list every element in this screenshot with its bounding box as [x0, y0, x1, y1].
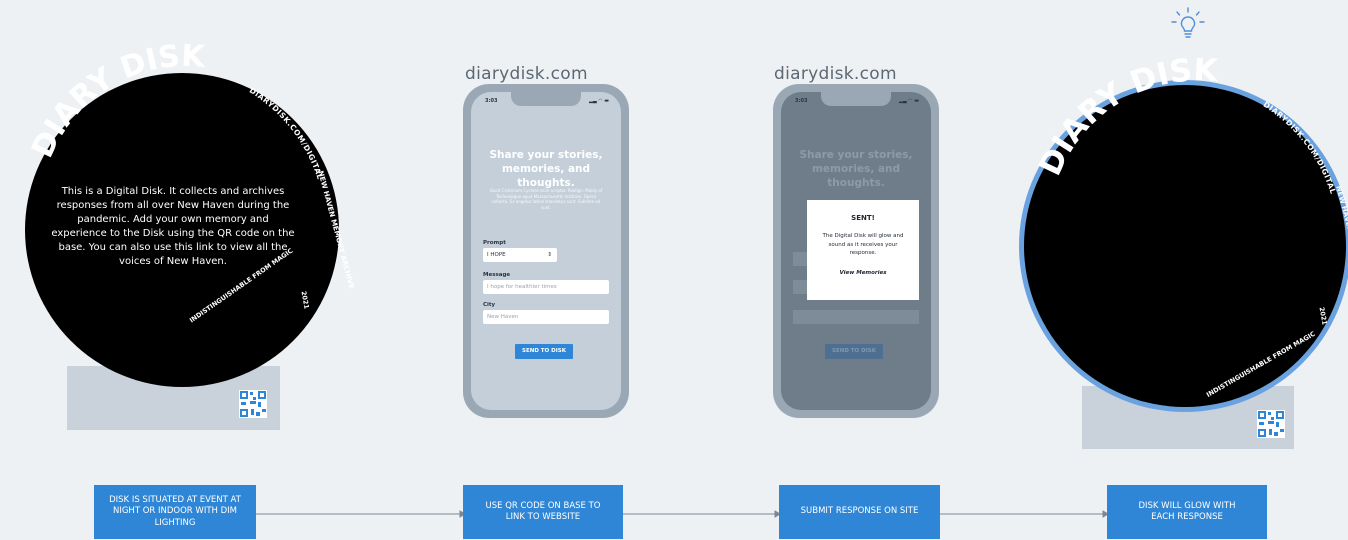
phone-notch [511, 92, 581, 106]
site-url-1[interactable]: diarydisk.com [465, 64, 588, 84]
form-title-dimmed: Share your stories, memories, and though… [799, 149, 913, 189]
city-label: City [483, 302, 496, 308]
site-url-2[interactable]: diarydisk.com [774, 64, 897, 84]
phone-screen-form: 3:03 ▂▃ ◠ ▬ Share your stories, memories… [471, 92, 621, 410]
form-title: Share your stories, memories, and though… [489, 149, 603, 189]
step-4-box: DISK WILL GLOW WITH EACH RESPONSE [1107, 485, 1267, 539]
phone-mockup-form: 3:03 ▂▃ ◠ ▬ Share your stories, memories… [463, 84, 629, 418]
status-time-2: 3:03 [795, 98, 808, 104]
prompt-select-value: I HOPE [487, 252, 506, 258]
modal-body: The Digital Disk will glow and sound as … [822, 233, 904, 256]
lightbulb-icon [1168, 6, 1208, 46]
prompt-label: Prompt [483, 240, 506, 246]
qr-code-left[interactable] [239, 390, 267, 418]
phone-mockup-sent: 3:03 ▂▃ ◠ ▬ Share your stories, memories… [773, 84, 939, 418]
city-input[interactable]: New Haven [483, 310, 609, 324]
ring-side-right: NEW HAVEN MEMORY ARCHIVE [1328, 185, 1348, 315]
prompt-select[interactable]: I HOPE ⇕ [483, 248, 557, 262]
sent-modal: SENT! The Digital Disk will glow and sou… [807, 200, 919, 300]
select-arrows-icon: ⇕ [547, 252, 552, 258]
status-time: 3:03 [485, 98, 498, 104]
send-to-disk-button[interactable]: SEND TO DISK [515, 344, 573, 359]
phone-screen-sent: 3:03 ▂▃ ◠ ▬ Share your stories, memories… [781, 92, 931, 410]
disk-description: This is a Digital Disk. It collects and … [51, 186, 295, 267]
status-icons: ▂▃ ◠ ▬ [589, 98, 609, 104]
step-1-box: DISK IS SITUATED AT EVENT AT NIGHT OR IN… [94, 485, 256, 539]
message-label: Message [483, 272, 511, 278]
dimmed-field-3 [793, 310, 919, 324]
view-memories-link[interactable]: View Memories [807, 270, 919, 276]
message-input[interactable]: I hope for healthier times [483, 280, 609, 294]
diary-disk-right: DIARY DISK DIARYDISK.COM/DIGITAL [1010, 58, 1348, 418]
phone-notch-2 [821, 92, 891, 106]
step-3-box: SUBMIT RESPONSE ON SITE [779, 485, 940, 539]
form-subtitle: Quod Cristinium Cycleas esse scriptor. R… [489, 188, 603, 210]
status-icons-2: ▂▃ ◠ ▬ [899, 98, 919, 104]
step-2-box: USE QR CODE ON BASE TO LINK TO WEBSITE [463, 485, 623, 539]
modal-title: SENT! [851, 214, 875, 222]
send-to-disk-button-dimmed: SEND TO DISK [825, 344, 883, 359]
ring-side-left: NEW HAVEN MEMORY ARCHIVE [310, 170, 355, 300]
